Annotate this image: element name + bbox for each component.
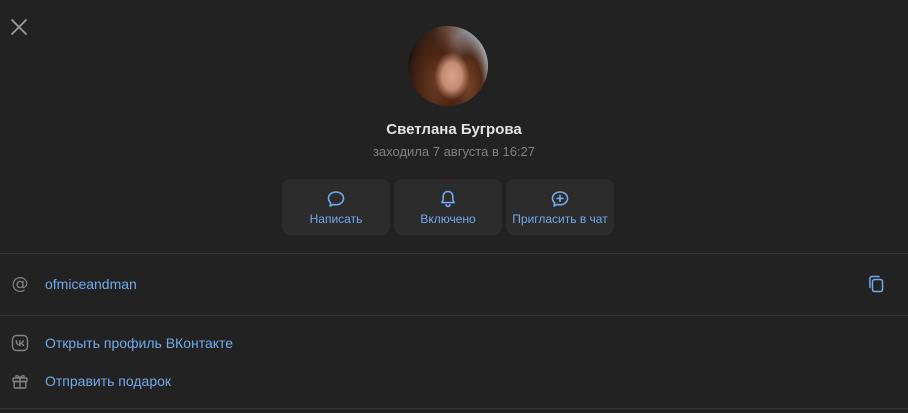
divider xyxy=(0,315,908,316)
profile-header: Светлана Бугрова заходила 7 августа в 16… xyxy=(0,0,908,254)
gift-row[interactable]: Отправить подарок xyxy=(0,362,908,400)
vk-icon xyxy=(10,333,30,353)
write-message-button[interactable]: Написать xyxy=(282,179,390,235)
last-seen-status: заходила 7 августа в 16:27 xyxy=(372,144,536,159)
message-icon xyxy=(326,189,346,209)
at-icon: @ xyxy=(11,274,29,294)
write-message-label: Написать xyxy=(309,212,363,226)
divider xyxy=(0,408,908,409)
vk-profile-row[interactable]: Открыть профиль ВКонтакте xyxy=(0,324,908,362)
invite-to-chat-button[interactable]: Пригласить в чат xyxy=(506,179,614,235)
copy-button[interactable] xyxy=(866,274,886,294)
username-link[interactable]: ofmiceandman xyxy=(45,276,137,292)
vk-profile-link[interactable]: Открыть профиль ВКонтакте xyxy=(45,335,233,351)
copy-icon xyxy=(869,275,884,293)
gift-icon xyxy=(10,371,30,391)
notifications-button[interactable]: Включено xyxy=(394,179,502,235)
profile-name: Светлана Бугрова xyxy=(386,121,522,138)
send-gift-link[interactable]: Отправить подарок xyxy=(45,373,171,389)
chat-plus-icon xyxy=(550,189,570,209)
notifications-label: Включено xyxy=(420,212,476,226)
action-buttons: Написать Включено Пригласить в чат xyxy=(282,179,614,235)
bell-icon xyxy=(438,189,458,209)
divider xyxy=(0,253,908,254)
username-row: @ ofmiceandman xyxy=(0,265,908,303)
avatar[interactable] xyxy=(408,26,488,106)
invite-to-chat-label: Пригласить в чат xyxy=(512,212,608,226)
